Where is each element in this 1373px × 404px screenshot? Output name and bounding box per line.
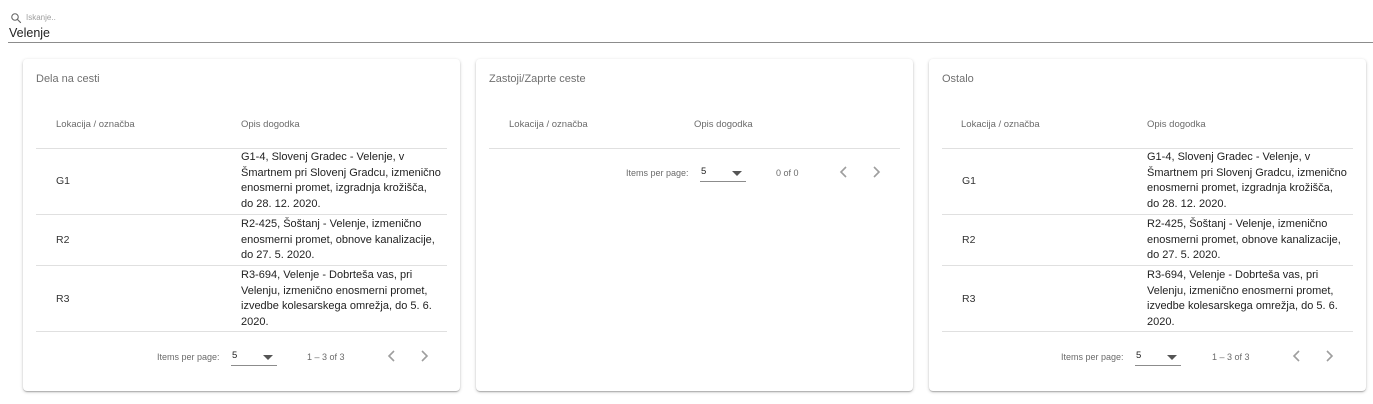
row-location: R3 bbox=[56, 292, 70, 305]
table-row[interactable]: R2 R2-425, Šoštanj - Velenje, izmenično … bbox=[942, 215, 1353, 266]
row-location: G1 bbox=[962, 175, 977, 187]
table-header: Lokacija / označba Opis dogodka bbox=[36, 112, 447, 149]
search-placeholder: Iskanje.. bbox=[26, 13, 56, 22]
column-header-location: Lokacija / označba bbox=[961, 119, 1040, 130]
previous-page-button[interactable] bbox=[1290, 348, 1304, 364]
column-header-description: Opis dogodka bbox=[1147, 119, 1206, 130]
range-label: 0 of 0 bbox=[776, 168, 799, 178]
page-size-value: 5 bbox=[1136, 350, 1142, 361]
paginator: Items per page: 5 0 of 0 bbox=[476, 160, 913, 190]
row-location: R3 bbox=[962, 292, 976, 305]
chevron-down-icon bbox=[1167, 355, 1177, 360]
row-description: R3-694, Velenje - Dobrteša vas, pri Vele… bbox=[1147, 269, 1338, 328]
panel-title: Dela na cesti bbox=[36, 73, 100, 85]
paginator: Items per page: 5 1 – 3 of 3 bbox=[23, 344, 460, 374]
table-row[interactable]: G1 G1-4, Slovenj Gradec - Velenje, v Šma… bbox=[942, 148, 1353, 215]
next-page-button[interactable] bbox=[869, 164, 883, 180]
table-header: Lokacija / označba Opis dogodka bbox=[942, 112, 1353, 149]
table-row[interactable]: R2 R2-425, Šoštanj - Velenje, izmenično … bbox=[36, 215, 447, 266]
panel-zastoji-zaprte-ceste: Zastoji/Zaprte ceste Lokacija / označba … bbox=[476, 59, 913, 391]
row-description: R2-425, Šoštanj - Velenje, izmenično eno… bbox=[1147, 218, 1341, 262]
page-size-value: 5 bbox=[701, 166, 707, 177]
paginator: Items per page: 5 1 – 3 of 3 bbox=[929, 344, 1366, 374]
items-per-page-label: Items per page: bbox=[1061, 352, 1124, 362]
panel-ostalo: Ostalo Lokacija / označba Opis dogodka G… bbox=[929, 59, 1366, 391]
row-description: R2-425, Šoštanj - Velenje, izmenično eno… bbox=[241, 218, 435, 262]
row-location: R2 bbox=[962, 234, 976, 246]
column-header-location: Lokacija / označba bbox=[509, 119, 588, 130]
chevron-down-icon bbox=[263, 355, 273, 360]
table-header: Lokacija / označba Opis dogodka bbox=[489, 112, 900, 149]
next-page-button[interactable] bbox=[417, 348, 431, 364]
search-icon bbox=[11, 13, 22, 24]
range-label: 1 – 3 of 3 bbox=[1212, 352, 1250, 362]
panel-dela-na-cesti: Dela na cesti Lokacija / označba Opis do… bbox=[23, 59, 460, 391]
row-description: R3-694, Velenje - Dobrteša vas, pri Vele… bbox=[241, 269, 432, 328]
next-page-button[interactable] bbox=[1322, 348, 1336, 364]
search-field[interactable]: Iskanje.. Velenje bbox=[8, 8, 1373, 43]
items-per-page-label: Items per page: bbox=[157, 352, 220, 362]
previous-page-button[interactable] bbox=[837, 164, 851, 180]
table-row[interactable]: R3 R3-694, Velenje - Dobrteša vas, pri V… bbox=[942, 266, 1353, 332]
range-label: 1 – 3 of 3 bbox=[307, 352, 345, 362]
column-header-description: Opis dogodka bbox=[694, 119, 753, 130]
search-input[interactable]: Velenje bbox=[9, 26, 50, 40]
row-location: R2 bbox=[56, 234, 70, 246]
previous-page-button[interactable] bbox=[385, 348, 399, 364]
page-size-select[interactable]: 5 bbox=[1135, 347, 1181, 366]
page-size-value: 5 bbox=[232, 350, 238, 361]
column-header-description: Opis dogodka bbox=[241, 119, 300, 130]
panel-title: Ostalo bbox=[942, 73, 974, 85]
table-row[interactable]: G1 G1-4, Slovenj Gradec - Velenje, v Šma… bbox=[36, 148, 447, 215]
row-description: G1-4, Slovenj Gradec - Velenje, v Šmartn… bbox=[241, 151, 441, 210]
table-row[interactable]: R3 R3-694, Velenje - Dobrteša vas, pri V… bbox=[36, 266, 447, 332]
chevron-down-icon bbox=[732, 171, 742, 176]
panel-title: Zastoji/Zaprte ceste bbox=[489, 73, 586, 85]
row-location: G1 bbox=[56, 175, 71, 187]
page-size-select[interactable]: 5 bbox=[231, 347, 277, 366]
items-per-page-label: Items per page: bbox=[626, 168, 689, 178]
column-header-location: Lokacija / označba bbox=[56, 119, 135, 130]
page-size-select[interactable]: 5 bbox=[700, 163, 746, 182]
row-description: G1-4, Slovenj Gradec - Velenje, v Šmartn… bbox=[1147, 151, 1347, 210]
